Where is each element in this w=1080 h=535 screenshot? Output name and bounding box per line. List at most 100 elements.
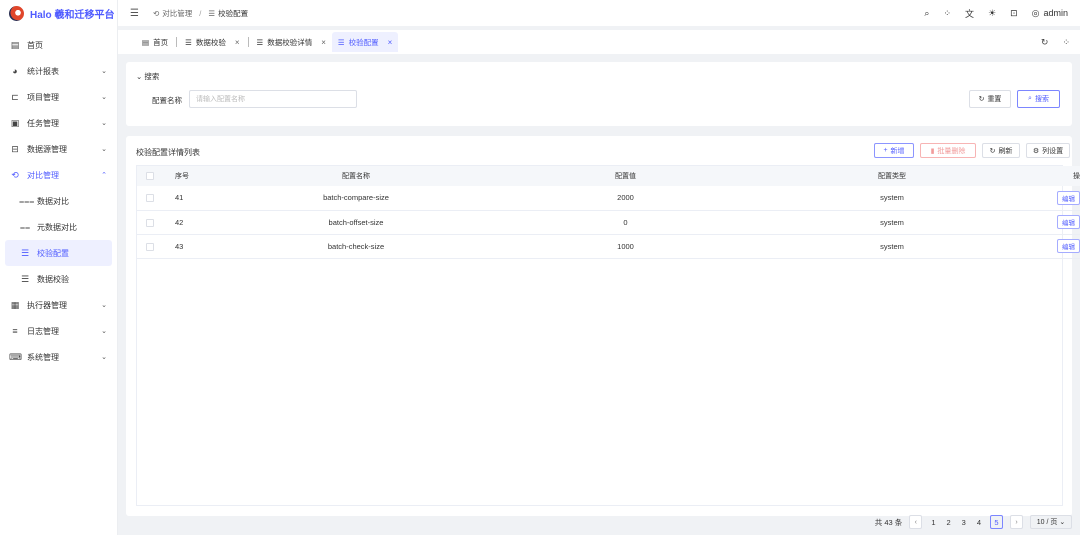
chevron-down-icon: ⌄: [101, 354, 107, 361]
header-actions: ⌕ ⁘ 文 ☀ ⊡ ◎ admin: [924, 7, 1080, 20]
sidebar-item-label: 元数据对比: [37, 222, 77, 232]
sidebar-item-datasources[interactable]: ⊟ 数据源管理 ⌄: [0, 136, 117, 162]
chevron-down-icon: ⌄: [101, 328, 107, 335]
cell-ops: 编辑删除: [1046, 186, 1080, 210]
tab-home[interactable]: ▤ 首页: [136, 32, 174, 52]
batch-delete-button[interactable]: ▮ 批量删除: [920, 143, 976, 158]
cell-name: batch-compare-size: [323, 193, 389, 203]
tab-label: 数据校验: [195, 37, 226, 47]
search-button[interactable]: ⌕ 搜索: [1017, 90, 1060, 108]
edit-button[interactable]: 编辑: [1057, 215, 1080, 229]
row-checkbox[interactable]: [146, 242, 154, 251]
edit-button[interactable]: 编辑: [1057, 190, 1080, 205]
config-name-input[interactable]: [189, 90, 357, 108]
search-collapse-toggle[interactable]: ⌄ 搜索: [136, 71, 159, 82]
close-icon[interactable]: ×: [321, 38, 326, 47]
gear-icon: ⚙: [1032, 147, 1040, 155]
user-icon: ◎: [1031, 7, 1040, 18]
translate-icon[interactable]: 文: [965, 7, 974, 20]
search-panel-title: 搜索: [144, 72, 160, 81]
task-icon: ▣: [10, 117, 20, 128]
grid-icon[interactable]: ⁘: [1062, 37, 1070, 48]
tab-data-check[interactable]: ☰ 数据校验 ×: [179, 32, 245, 52]
page-4[interactable]: 4: [975, 518, 983, 527]
tab-label: 首页: [153, 37, 169, 47]
sidebar-item-projects[interactable]: ⊏ 项目管理 ⌄: [0, 84, 117, 110]
close-icon[interactable]: ×: [235, 38, 240, 47]
table-row: 41 batch-compare-size 2000 system 编辑删除: [137, 186, 1080, 210]
breadcrumb: ⟲ 对比管理 / ☰ 校验配置: [153, 8, 248, 19]
sidebar-item-home[interactable]: ▤ 首页: [0, 32, 117, 58]
sidebar-item-label: 任务管理: [27, 118, 59, 128]
cell-name: batch-check-size: [327, 241, 385, 251]
page-2[interactable]: 2: [944, 518, 952, 527]
config-name-label: 配置名称: [152, 96, 182, 105]
data-check-icon: ☰: [20, 273, 30, 284]
sidebar-item-label: 校验配置: [37, 248, 69, 258]
close-icon[interactable]: ×: [388, 38, 393, 47]
page-5[interactable]: 5: [990, 515, 1003, 529]
sidebar-item-data-compare[interactable]: ⩶ 数据对比: [0, 188, 117, 214]
user-menu[interactable]: ◎ admin: [1032, 8, 1068, 19]
top-header: ☰ ⟲ 对比管理 / ☰ 校验配置 ⌕ ⁘ 文 ☀ ⊡ ◎ admin: [118, 0, 1080, 26]
sidebar-item-metadata-compare[interactable]: ⩵ 元数据对比: [0, 214, 117, 240]
cell-no: 41: [175, 193, 184, 203]
prev-page-button[interactable]: ‹: [909, 515, 923, 529]
list-title: 校验配置详情列表: [136, 148, 200, 157]
cell-ops: 编辑删除: [1046, 234, 1080, 258]
chevron-down-icon: ⌄: [1059, 519, 1066, 526]
monitor-icon: ▤: [10, 39, 20, 50]
reset-button[interactable]: ↻ 重置: [969, 90, 1011, 108]
select-all-checkbox[interactable]: [146, 172, 154, 180]
sidebar-item-label: 项目管理: [27, 92, 59, 102]
column-header: 配置值: [615, 173, 636, 180]
page-1[interactable]: 1: [929, 518, 937, 527]
add-button[interactable]: + 新增: [874, 143, 914, 158]
reload-icon[interactable]: ↻: [1041, 37, 1049, 48]
fullscreen-icon[interactable]: ⊡: [1010, 8, 1018, 19]
theme-sun-icon[interactable]: ☀: [988, 8, 996, 19]
tab-check-config[interactable]: ☰ 校验配置 ×: [331, 32, 399, 52]
sidebar-item-logs[interactable]: ≡ 日志管理 ⌄: [0, 318, 117, 344]
sidebar-item-label: 数据校验: [37, 274, 69, 284]
app-logo[interactable]: Halo 羲和迁移平台: [0, 0, 117, 26]
column-settings-label: 列设置: [1042, 147, 1064, 155]
page-3[interactable]: 3: [960, 518, 968, 527]
log-icon: ≡: [12, 326, 18, 336]
sidebar: Halo 羲和迁移平台 ▤ 首页 ◕ 统计报表 ⌄ ⊏ 项目管理 ⌄ ▣ 任务管…: [0, 0, 118, 535]
column-header: 操作: [1073, 173, 1080, 180]
sidebar-item-stats[interactable]: ◕ 统计报表 ⌄: [0, 58, 117, 84]
monitor-icon: ▤: [142, 37, 150, 47]
sidebar-item-label: 执行器管理: [27, 300, 67, 310]
row-checkbox[interactable]: [146, 194, 154, 203]
sidebar-item-tasks[interactable]: ▣ 任务管理 ⌄: [0, 110, 117, 136]
sidebar-item-check-config[interactable]: ☰ 校验配置: [5, 240, 112, 266]
config-table: 序号 配置名称 配置值 配置类型 操作 41 batch-compare-siz…: [136, 165, 1080, 506]
cell-value: 2000: [617, 193, 634, 203]
grid-icon[interactable]: ⁘: [943, 8, 951, 19]
logo-icon: [9, 5, 24, 21]
chevron-down-icon: ⌄: [101, 68, 107, 75]
tab-data-check-detail[interactable]: ☰ 数据校验详情 ×: [251, 32, 332, 52]
executor-icon: ▦: [10, 299, 20, 310]
page-size-select[interactable]: 10 / 页 ⌄: [1030, 515, 1072, 529]
tab-actions: ↻ ⁘: [1041, 37, 1080, 48]
column-settings-button[interactable]: ⚙ 列设置: [1026, 143, 1070, 158]
cell-ops: 编辑删除: [1046, 210, 1080, 234]
username: admin: [1043, 8, 1068, 18]
app-title: Halo 羲和迁移平台: [30, 9, 115, 21]
search-icon[interactable]: ⌕: [924, 8, 929, 19]
config-icon: ☰: [20, 247, 30, 258]
sidebar-item-system[interactable]: ⌨ 系统管理 ⌄: [0, 344, 117, 370]
sidebar-item-compare[interactable]: ⟲ 对比管理 ⌃: [0, 162, 117, 188]
next-page-button[interactable]: ›: [1010, 515, 1023, 529]
total-count: 共 43 条: [874, 517, 903, 527]
sidebar-item-executors[interactable]: ▦ 执行器管理 ⌄: [0, 292, 117, 318]
reload-icon: ↻: [989, 147, 996, 155]
menu-fold-icon[interactable]: ☰: [130, 8, 139, 19]
refresh-button[interactable]: ↻ 刷新: [982, 143, 1020, 158]
sidebar-item-data-check[interactable]: ☰ 数据校验: [0, 266, 117, 292]
row-checkbox[interactable]: [146, 218, 154, 227]
breadcrumb-parent[interactable]: 对比管理: [162, 8, 192, 19]
edit-button[interactable]: 编辑: [1057, 239, 1080, 253]
